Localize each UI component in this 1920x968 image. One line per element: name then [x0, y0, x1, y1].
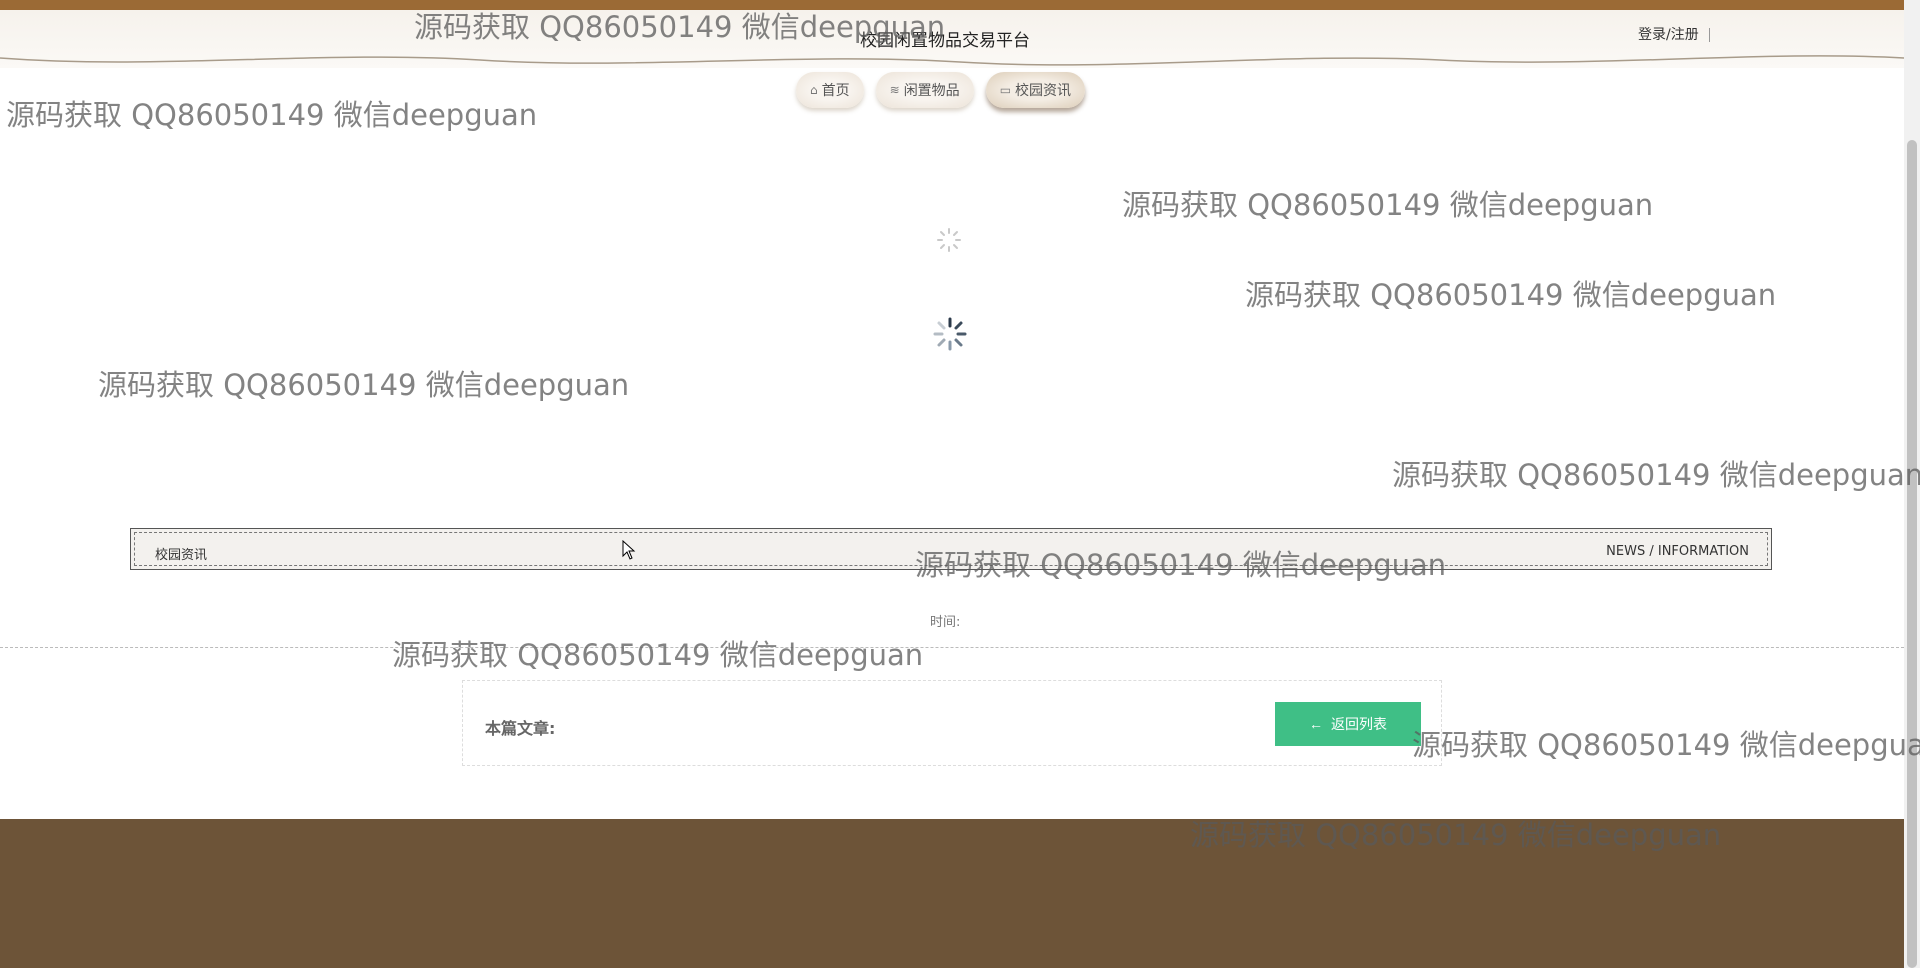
arrow-left-icon: ← — [1309, 716, 1323, 732]
article-time-label: 时间: — [930, 615, 961, 630]
nav-item-home[interactable]: ⌂ 首页 — [796, 72, 864, 108]
watermark-text: 源码获取 QQ86050149 微信deepguan — [6, 98, 538, 132]
article-footer-box: 本篇文章: ← 返回列表 — [462, 680, 1442, 766]
section-subtitle: NEWS / INFORMATION — [1606, 544, 1749, 559]
nav-item-label: 闲置物品 — [903, 83, 960, 99]
nav-item-label: 校园资讯 — [1015, 83, 1072, 99]
loading-spinner-icon — [937, 228, 961, 252]
nav-item-label: 首页 — [821, 83, 850, 99]
site-title: 校园闲置物品交易平台 — [860, 31, 1030, 51]
main-nav: ⌂ 首页 ≋ 闲置物品 ▭ 校园资讯 — [796, 72, 1086, 108]
section-title: 校园资讯 — [155, 548, 208, 563]
watermark-text: 源码获取 QQ86050149 微信deepguan — [1412, 728, 1920, 762]
watermark-text: 源码获取 QQ86050149 微信deepguan — [1245, 278, 1777, 312]
stack-icon: ≋ — [889, 83, 900, 97]
nav-item-campus-news[interactable]: ▭ 校园资讯 — [985, 72, 1086, 108]
mouse-cursor-icon — [622, 540, 636, 560]
section-header-bar: 校园资讯 NEWS / INFORMATION — [130, 528, 1772, 570]
nav-item-idle-goods[interactable]: ≋ 闲置物品 — [875, 72, 974, 108]
watermark-text: 源码获取 QQ86050149 微信deepguan — [1122, 188, 1654, 222]
section-header-inner-border — [134, 532, 1768, 566]
top-color-band — [0, 0, 1904, 10]
this-article-label: 本篇文章: — [485, 719, 556, 738]
login-register-link[interactable]: 登录/注册 — [1638, 28, 1710, 42]
back-to-list-button[interactable]: ← 返回列表 — [1275, 702, 1421, 746]
watermark-text: 源码获取 QQ86050149 微信deepguan — [1392, 458, 1920, 492]
scrollbar-thumb[interactable] — [1907, 140, 1917, 968]
loading-spinner-icon — [933, 317, 967, 351]
back-button-label: 返回列表 — [1331, 716, 1387, 732]
content-divider — [0, 647, 1904, 648]
site-footer — [0, 819, 1904, 968]
home-icon: ⌂ — [810, 83, 818, 97]
book-icon: ▭ — [999, 83, 1012, 97]
watermark-text: 源码获取 QQ86050149 微信deepguan — [392, 638, 924, 672]
watermark-text: 源码获取 QQ86050149 微信deepguan — [98, 368, 630, 402]
